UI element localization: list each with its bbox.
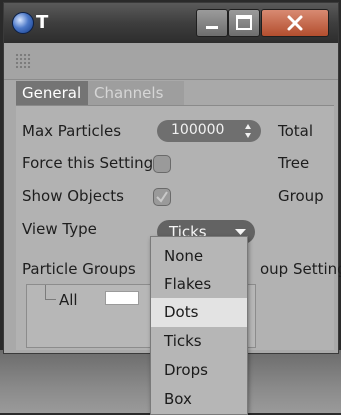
option-drops[interactable]: Drops	[151, 356, 247, 385]
maximize-icon	[236, 15, 252, 30]
force-setting-label: Force this Setting	[22, 154, 154, 172]
max-particles-value: 100000	[171, 122, 225, 138]
toolbar	[4, 43, 338, 80]
window-title: T	[36, 12, 49, 33]
max-particles-stepper[interactable]: 100000	[157, 120, 261, 142]
stepper-arrows-icon[interactable]	[244, 123, 252, 139]
minimize-icon	[206, 26, 218, 29]
title-bar[interactable]: T	[4, 3, 338, 43]
option-ticks[interactable]: Ticks	[151, 327, 247, 356]
option-dots[interactable]: Dots	[151, 298, 247, 327]
total-label: Total	[278, 122, 314, 140]
group-settings-label: oup Settings	[260, 260, 341, 278]
chevron-down-icon	[235, 229, 246, 235]
particle-groups-label: Particle Groups	[22, 260, 136, 278]
force-setting-checkbox[interactable]	[153, 155, 171, 173]
close-icon	[287, 15, 303, 31]
grip-handle-icon[interactable]	[15, 53, 31, 69]
option-flakes[interactable]: Flakes	[151, 270, 247, 299]
minimize-button[interactable]	[196, 9, 228, 37]
tab-general[interactable]: General	[16, 81, 98, 105]
app-icon	[12, 12, 34, 34]
show-objects-label: Show Objects	[22, 187, 124, 205]
option-box[interactable]: Box	[151, 385, 247, 414]
group-label: Group	[278, 187, 324, 205]
maximize-button[interactable]	[228, 9, 260, 37]
group-item-all[interactable]: All	[59, 291, 78, 309]
show-objects-checkbox[interactable]	[153, 188, 171, 206]
max-particles-label: Max Particles	[22, 122, 122, 140]
tree-label: Tree	[278, 154, 310, 172]
option-none[interactable]: None	[151, 242, 247, 271]
view-type-label: View Type	[22, 220, 97, 238]
tab-channels[interactable]: Channels	[88, 81, 184, 105]
view-type-dropdown: None Flakes Dots Ticks Drops Box	[150, 236, 248, 415]
checkmark-icon	[156, 191, 168, 203]
close-button[interactable]	[261, 9, 329, 37]
tree-connector	[45, 285, 56, 300]
group-color-swatch[interactable]	[105, 291, 139, 305]
